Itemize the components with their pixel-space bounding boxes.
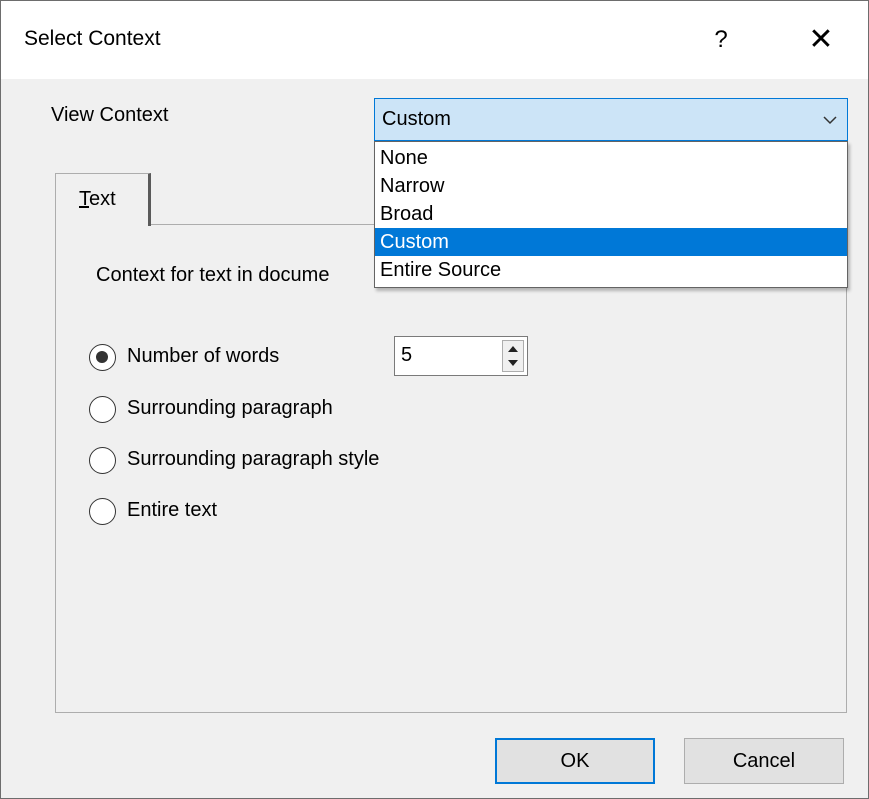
- radio-button[interactable]: [89, 396, 116, 423]
- ok-button[interactable]: OK: [495, 738, 655, 784]
- tab-text[interactable]: Text: [55, 173, 151, 226]
- dropdown-option-entire-source[interactable]: Entire Source: [375, 256, 847, 284]
- context-for-text-label: Context for text in docume: [96, 264, 330, 286]
- tab-text-label: Text: [79, 188, 116, 211]
- view-context-dropdown-list: None Narrow Broad Custom Entire Source: [374, 141, 848, 288]
- radio-label: Surrounding paragraph: [127, 397, 333, 419]
- radio-button[interactable]: [89, 447, 116, 474]
- help-button[interactable]: ?: [691, 15, 751, 65]
- triangle-down-icon: [508, 360, 518, 366]
- spin-down-button[interactable]: [503, 356, 523, 371]
- view-context-combobox[interactable]: Custom: [374, 98, 848, 141]
- radio-label: Number of words: [127, 345, 280, 367]
- radio-label: Surrounding paragraph style: [127, 448, 380, 470]
- close-button[interactable]: ✕: [791, 15, 851, 65]
- spin-buttons: [502, 340, 524, 372]
- tab-text-mnemonic: T: [79, 188, 89, 210]
- dialog-title: Select Context: [24, 27, 161, 50]
- radio-label: Entire text: [127, 499, 218, 521]
- radio-checked-dot: [96, 351, 108, 363]
- chevron-down-icon[interactable]: [821, 111, 839, 129]
- radio-button[interactable]: [89, 498, 116, 525]
- combobox-selected-value: Custom: [382, 108, 451, 130]
- spin-up-button[interactable]: [503, 341, 523, 356]
- title-bar: Select Context ? ✕: [1, 1, 868, 79]
- dropdown-option-broad[interactable]: Broad: [375, 200, 847, 228]
- word-count-spinbox[interactable]: 5: [394, 336, 528, 376]
- word-count-value: 5: [401, 344, 413, 366]
- dropdown-option-custom[interactable]: Custom: [375, 228, 847, 256]
- select-context-dialog: Select Context ? ✕ View Context Custom N…: [0, 0, 869, 799]
- dropdown-option-none[interactable]: None: [375, 144, 847, 172]
- triangle-up-icon: [508, 346, 518, 352]
- tab-text-label-rest: ext: [89, 188, 116, 210]
- view-context-label: View Context: [51, 104, 169, 126]
- dropdown-option-narrow[interactable]: Narrow: [375, 172, 847, 200]
- cancel-button[interactable]: Cancel: [684, 738, 844, 784]
- radio-button[interactable]: [89, 344, 116, 371]
